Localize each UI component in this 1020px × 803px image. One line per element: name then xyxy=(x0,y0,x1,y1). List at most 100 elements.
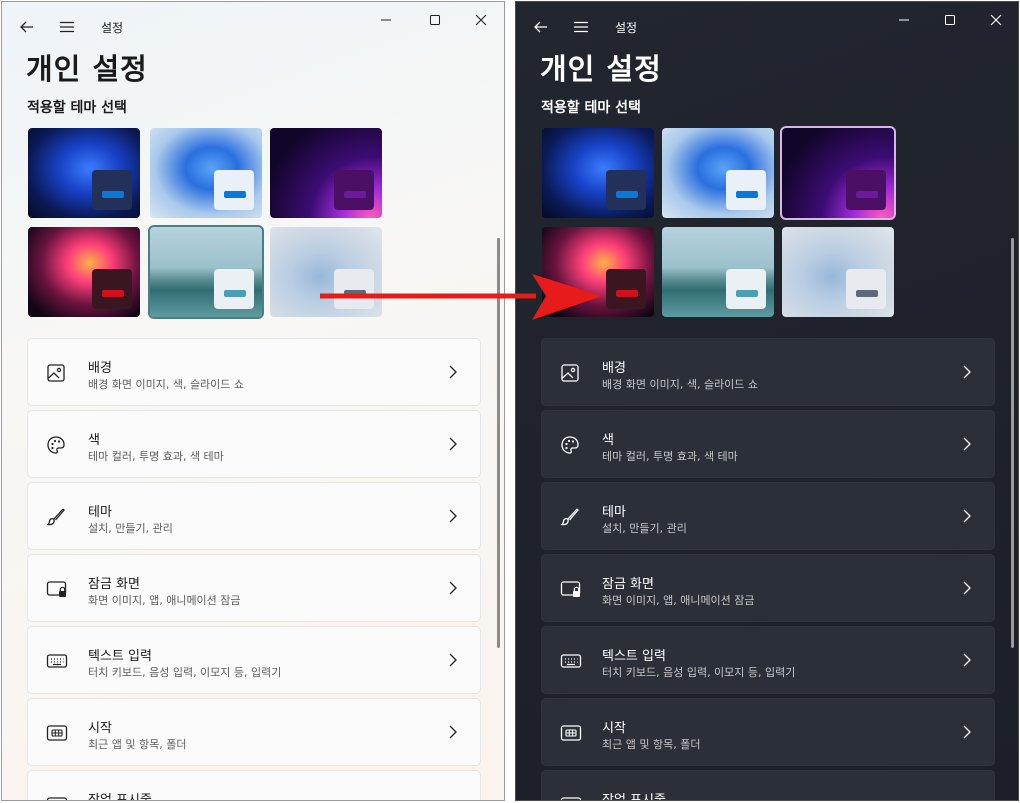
menu-icon[interactable] xyxy=(570,16,592,38)
item-label: 잠금 화면 xyxy=(602,577,654,592)
item-description: 터치 키보드, 음성 입력, 이모지 등, 입력기 xyxy=(88,666,282,679)
theme-tile-windows-dark-blue[interactable] xyxy=(150,128,262,218)
item-description: 화면 이미지, 앱, 애니메이션 잠금 xyxy=(602,594,755,607)
theme-tile-sunrise[interactable] xyxy=(662,227,774,317)
theme-swatch xyxy=(846,170,886,210)
maximize-icon[interactable] xyxy=(938,8,962,32)
chevron-right-icon xyxy=(962,436,976,454)
scrollbar[interactable] xyxy=(1011,238,1014,648)
settings-item-text-input[interactable]: 텍스트 입력 터치 키보드, 음성 입력, 이모지 등, 입력기 xyxy=(27,626,481,694)
brush-icon xyxy=(560,507,582,529)
chevron-right-icon xyxy=(448,436,462,454)
app-title: 설정 xyxy=(615,21,638,35)
close-icon[interactable] xyxy=(984,8,1008,32)
theme-tile-flow[interactable] xyxy=(782,227,894,317)
scrollbar[interactable] xyxy=(497,238,500,648)
theme-swatch xyxy=(214,170,254,210)
keyboard-icon xyxy=(560,651,582,673)
theme-swatch xyxy=(726,269,766,309)
item-label: 작업 표시줄 xyxy=(602,793,666,801)
item-label: 색 xyxy=(602,433,614,448)
maximize-icon[interactable] xyxy=(423,8,447,32)
menu-icon[interactable] xyxy=(56,16,78,38)
theme-swatch xyxy=(726,170,766,210)
theme-tile-windows-light-blue[interactable] xyxy=(28,128,140,218)
settings-item-taskbar[interactable]: 작업 표시줄 xyxy=(541,770,995,801)
theme-swatch xyxy=(846,269,886,309)
settings-item-color[interactable]: 색 테마 컬러, 투명 효과, 색 테마 xyxy=(541,410,995,478)
theme-tile-sunrise-selected[interactable] xyxy=(148,225,264,319)
theme-grid xyxy=(28,128,384,319)
theme-tile-windows-light-blue[interactable] xyxy=(542,128,654,218)
item-label: 잠금 화면 xyxy=(88,577,140,592)
item-label: 색 xyxy=(88,433,100,448)
minimize-icon[interactable] xyxy=(892,8,916,32)
taskbar-icon xyxy=(560,795,582,800)
item-description: 최근 앱 및 항목, 폴더 xyxy=(88,738,187,751)
chevron-right-icon xyxy=(962,724,976,742)
settings-item-background[interactable]: 배경 배경 화면 이미지, 색, 슬라이드 쇼 xyxy=(541,338,995,406)
settings-item-start[interactable]: 시작 최근 앱 및 항목, 폴더 xyxy=(27,698,481,766)
item-description: 테마 컬러, 투명 효과, 색 테마 xyxy=(88,450,224,463)
taskbar-icon xyxy=(46,795,68,800)
image-icon xyxy=(46,363,68,385)
settings-item-color[interactable]: 색 테마 컬러, 투명 효과, 색 테마 xyxy=(27,410,481,478)
keyboard-icon xyxy=(46,651,68,673)
back-icon[interactable] xyxy=(16,16,38,38)
settings-item-background[interactable]: 배경 배경 화면 이미지, 색, 슬라이드 쇼 xyxy=(27,338,481,406)
chevron-right-icon xyxy=(448,652,462,670)
section-title: 적용할 테마 선택 xyxy=(541,100,641,116)
item-label: 테마 xyxy=(602,505,626,520)
theme-swatch xyxy=(606,269,646,309)
chevron-right-icon xyxy=(448,580,462,598)
chevron-right-icon xyxy=(448,364,462,382)
theme-tile-captured-motion[interactable] xyxy=(542,227,654,317)
chevron-right-icon xyxy=(962,508,976,526)
page-title: 개인 설정 xyxy=(540,52,662,86)
close-icon[interactable] xyxy=(469,8,493,32)
settings-item-start[interactable]: 시작 최근 앱 및 항목, 폴더 xyxy=(541,698,995,766)
lock-screen-icon xyxy=(46,579,68,601)
settings-window-dark: 설정 개인 설정 적용할 테마 선택 배경 배경 화면 이미지, 색, 슬라이드… xyxy=(515,1,1019,801)
theme-swatch xyxy=(214,269,254,309)
theme-tile-windows-dark-blue[interactable] xyxy=(662,128,774,218)
theme-tile-glow-selected[interactable] xyxy=(780,126,896,220)
title-bar: 설정 xyxy=(2,2,504,48)
item-label: 시작 xyxy=(602,721,626,736)
item-label: 텍스트 입력 xyxy=(602,649,666,664)
theme-swatch xyxy=(334,269,374,309)
back-icon[interactable] xyxy=(530,16,552,38)
theme-tile-flow[interactable] xyxy=(270,227,382,317)
start-icon xyxy=(46,723,68,745)
title-bar: 설정 xyxy=(516,2,1018,48)
item-description: 설치, 만들기, 관리 xyxy=(602,522,687,535)
settings-item-theme[interactable]: 테마 설치, 만들기, 관리 xyxy=(27,482,481,550)
item-description: 최근 앱 및 항목, 폴더 xyxy=(602,738,701,751)
settings-item-taskbar[interactable]: 작업 표시줄 xyxy=(27,770,481,800)
palette-icon xyxy=(46,435,68,457)
page-title: 개인 설정 xyxy=(26,52,148,86)
palette-icon xyxy=(560,435,582,457)
item-description: 배경 화면 이미지, 색, 슬라이드 쇼 xyxy=(88,378,245,391)
item-label: 배경 xyxy=(88,361,112,376)
chevron-right-icon xyxy=(448,724,462,742)
section-title: 적용할 테마 선택 xyxy=(27,100,127,116)
settings-item-lock-screen[interactable]: 잠금 화면 화면 이미지, 앱, 애니메이션 잠금 xyxy=(27,554,481,622)
settings-window-light: 설정 개인 설정 적용할 테마 선택 배경 배경 화면 이미지, 색, 슬라이드… xyxy=(1,1,505,801)
item-description: 설치, 만들기, 관리 xyxy=(88,522,173,535)
theme-grid xyxy=(542,126,898,318)
brush-icon xyxy=(46,507,68,529)
theme-tile-captured-motion[interactable] xyxy=(28,227,140,317)
theme-swatch xyxy=(92,170,132,210)
settings-item-theme[interactable]: 테마 설치, 만들기, 관리 xyxy=(541,482,995,550)
item-description: 터치 키보드, 음성 입력, 이모지 등, 입력기 xyxy=(602,666,796,679)
settings-item-lock-screen[interactable]: 잠금 화면 화면 이미지, 앱, 애니메이션 잠금 xyxy=(541,554,995,622)
item-description: 화면 이미지, 앱, 애니메이션 잠금 xyxy=(88,594,241,607)
settings-item-text-input[interactable]: 텍스트 입력 터치 키보드, 음성 입력, 이모지 등, 입력기 xyxy=(541,626,995,694)
theme-tile-glow[interactable] xyxy=(270,128,382,218)
chevron-right-icon xyxy=(962,652,976,670)
minimize-icon[interactable] xyxy=(374,8,398,32)
chevron-right-icon xyxy=(448,508,462,526)
image-icon xyxy=(560,363,582,385)
settings-list: 배경 배경 화면 이미지, 색, 슬라이드 쇼 색 테마 컬러, 투명 효과, … xyxy=(27,338,481,800)
